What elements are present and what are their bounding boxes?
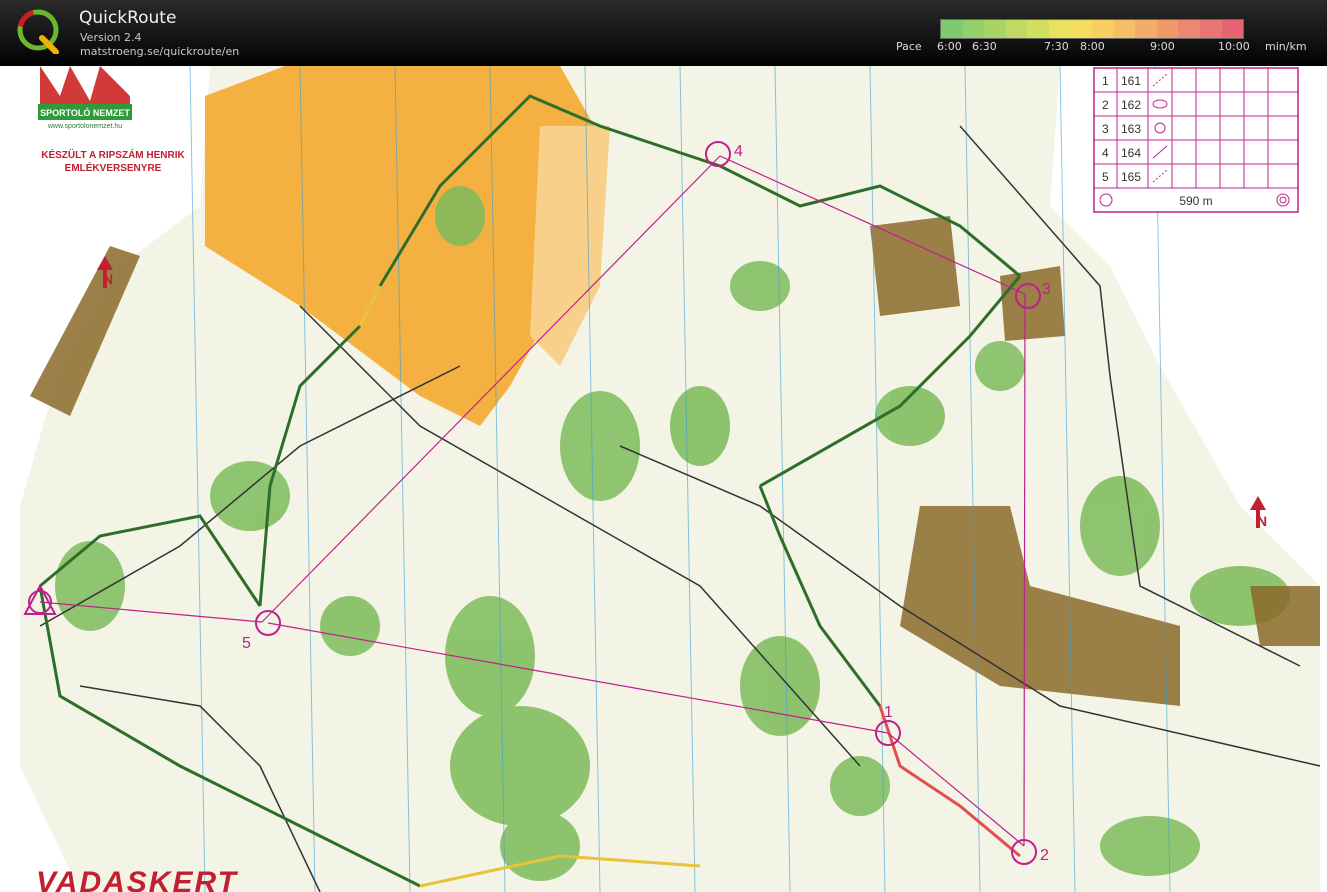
pace-tick: 8:00	[1080, 40, 1105, 53]
pace-tick: 10:00	[1218, 40, 1250, 53]
sponsor-url: www.sportolonemzet.hu	[47, 123, 122, 130]
app-version: Version 2.4	[80, 31, 142, 44]
table-control-code: 164	[1121, 146, 1141, 160]
pace-unit: min/km	[1265, 40, 1307, 53]
event-title-line1: KÉSZÜLT A RIPSZÁM HENRIK	[41, 148, 185, 161]
pace-tick: 6:00	[937, 40, 962, 53]
app-title: QuickRoute	[79, 8, 177, 28]
pace-tick: 6:30	[972, 40, 997, 53]
orienteering-map[interactable]: 1 2 3 4 5 SPORTOLÓ NEMZET www.sportolone…	[0, 66, 1327, 892]
sponsor-name: SPORTOLÓ NEMZET	[40, 107, 130, 118]
pace-tick: 7:30	[1044, 40, 1069, 53]
svg-text:N: N	[103, 271, 113, 287]
control-description-table: 1 161 2 162 3 163 4 164 5 165 590 m	[1093, 67, 1299, 213]
table-control-number: 2	[1102, 98, 1109, 112]
table-control-number: 5	[1102, 170, 1109, 184]
table-control-number: 4	[1102, 146, 1109, 160]
table-control-code: 163	[1121, 122, 1141, 136]
svg-text:N: N	[1257, 513, 1267, 529]
table-control-code: 162	[1121, 98, 1141, 112]
table-control-number: 1	[1102, 74, 1109, 88]
app-url[interactable]: matstroeng.se/quickroute/en	[80, 45, 239, 58]
control-number: 1	[884, 704, 893, 721]
place-name: VADASKERT	[36, 866, 239, 892]
pace-label: Pace	[896, 40, 922, 53]
control-number: 4	[734, 143, 743, 160]
table-control-code: 161	[1121, 74, 1141, 88]
sponsor-logo: SPORTOLÓ NEMZET www.sportolonemzet.hu	[38, 66, 132, 130]
pace-tick: 9:00	[1150, 40, 1175, 53]
app-header: QuickRoute Version 2.4 matstroeng.se/qui…	[0, 0, 1327, 62]
table-control-code: 165	[1121, 170, 1141, 184]
control-number: 3	[1042, 281, 1051, 298]
control-number: 2	[1040, 847, 1049, 864]
pace-color-scale	[940, 19, 1244, 39]
control-number: 5	[242, 635, 251, 652]
event-title-line2: EMLÉKVERSENYRE	[65, 161, 162, 174]
finish-distance: 590 m	[1179, 194, 1212, 208]
quickroute-logo-icon	[17, 9, 59, 54]
table-control-number: 3	[1102, 122, 1109, 136]
